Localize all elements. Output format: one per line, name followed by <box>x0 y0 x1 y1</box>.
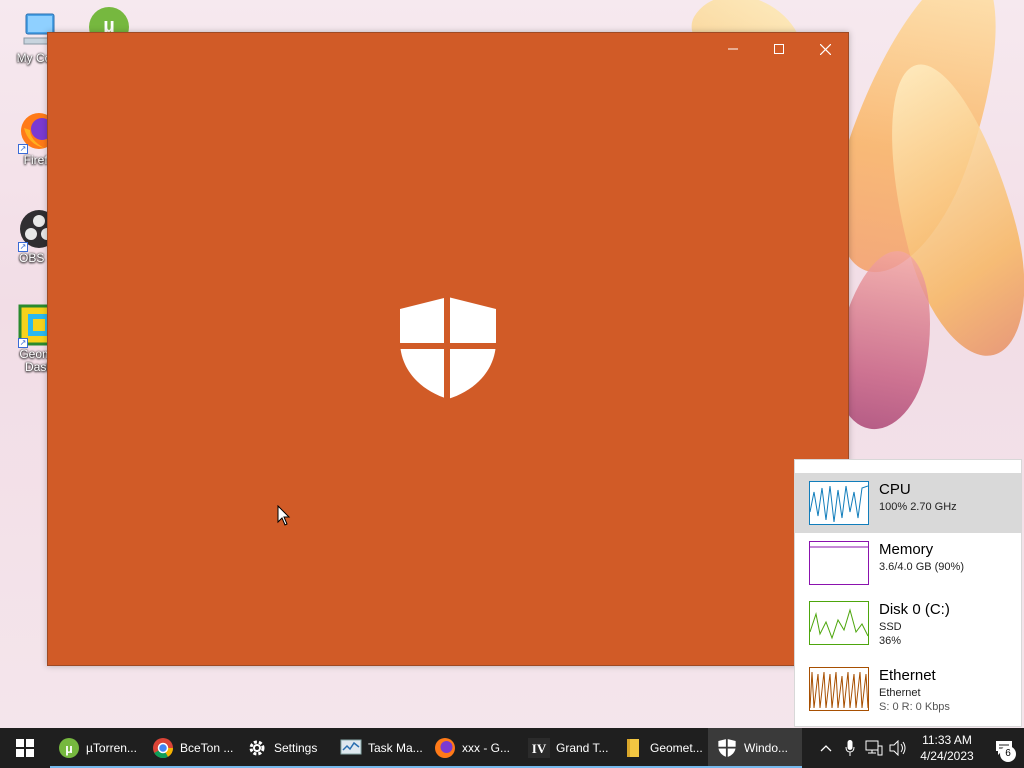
perf-item-detail: 3.6/4.0 GB (90%) <box>879 561 964 573</box>
perf-item-title: Memory <box>879 541 934 558</box>
taskbar-item-label: Geomet... <box>650 741 703 755</box>
taskbar-item-label: µTorren... <box>86 741 137 755</box>
mouse-cursor-icon <box>277 505 291 526</box>
chrome-icon <box>152 737 174 759</box>
action-center-button[interactable]: 6 <box>984 728 1024 768</box>
clock[interactable]: 11:33 AM 4/24/2023 <box>910 732 984 764</box>
shortcut-arrow-icon: ↗ <box>18 242 28 252</box>
network-icon[interactable] <box>862 728 886 768</box>
gta-iv-icon: IV <box>528 737 550 759</box>
system-tray: 11:33 AM 4/24/2023 6 <box>814 728 1024 768</box>
show-hidden-icons-button[interactable] <box>814 728 838 768</box>
volume-icon[interactable] <box>886 728 910 768</box>
perf-item-title: CPU <box>879 481 911 498</box>
task-manager-performance-panel: CPU 100% 2.70 GHz Memory 3.6/4.0 GB (90%… <box>794 459 1022 727</box>
notification-count-badge: 6 <box>1000 746 1016 762</box>
windows-logo-icon <box>16 739 34 757</box>
taskbar-item-label: Settings <box>274 741 318 755</box>
taskbar-item-gta-iv[interactable]: IV Grand T... <box>520 728 614 768</box>
clock-time: 11:33 AM <box>922 733 972 747</box>
taskbar-item-chrome[interactable]: BceTon ... <box>144 728 238 768</box>
maximize-button[interactable] <box>756 33 802 65</box>
minimize-icon <box>728 48 738 50</box>
microphone-icon[interactable] <box>838 728 862 768</box>
task-manager-icon <box>340 737 362 759</box>
windows-security-shield-icon <box>398 295 498 401</box>
perf-item-title: Disk 0 (C:) <box>879 601 950 618</box>
firefox-icon <box>434 737 456 759</box>
taskbar-item-settings[interactable]: Settings <box>238 728 332 768</box>
maximize-icon <box>774 44 784 54</box>
taskbar-item-geometry-folder[interactable]: Geomet... <box>614 728 708 768</box>
taskbar: µ µTorren... BceTon ... Settings Task Ma… <box>0 728 1024 768</box>
utorrent-icon: µ <box>58 737 80 759</box>
perf-item-memory[interactable]: Memory 3.6/4.0 GB (90%) <box>795 533 1021 593</box>
windows-security-window[interactable] <box>47 32 849 666</box>
clock-date: 4/24/2023 <box>920 749 974 763</box>
cpu-graph <box>809 481 869 525</box>
folder-icon <box>622 737 644 759</box>
minimize-button[interactable] <box>710 33 756 65</box>
settings-gear-icon <box>246 737 268 759</box>
svg-text:IV: IV <box>532 741 547 756</box>
perf-item-title: Ethernet <box>879 667 936 684</box>
perf-item-ethernet[interactable]: Ethernet Ethernet S: 0 R: 0 Kbps <box>795 659 1021 719</box>
taskbar-item-utorrent[interactable]: µ µTorren... <box>50 728 144 768</box>
perf-item-detail: 36% <box>879 635 902 647</box>
close-button[interactable] <box>802 33 848 65</box>
taskbar-item-task-manager[interactable]: Task Ma... <box>332 728 426 768</box>
close-icon <box>819 43 831 55</box>
disk-graph <box>809 601 869 645</box>
perf-item-detail: SSD <box>879 621 902 633</box>
taskbar-item-label: Task Ma... <box>368 741 423 755</box>
perf-item-detail: 100% 2.70 GHz <box>879 501 957 513</box>
windows-security-icon <box>716 737 738 759</box>
start-button[interactable] <box>0 728 50 768</box>
taskbar-item-label: BceTon ... <box>180 741 234 755</box>
perf-item-detail: S: 0 R: 0 Kbps <box>879 701 950 713</box>
shortcut-arrow-icon: ↗ <box>18 338 28 348</box>
svg-text:µ: µ <box>65 741 73 756</box>
taskbar-item-windows-security[interactable]: Windo... <box>708 728 802 768</box>
chevron-up-icon <box>820 745 832 752</box>
shortcut-arrow-icon: ↗ <box>18 144 28 154</box>
ethernet-graph <box>809 667 869 711</box>
taskbar-item-firefox[interactable]: xxx - G... <box>426 728 520 768</box>
window-controls <box>710 33 848 65</box>
taskbar-item-label: Windo... <box>744 741 789 755</box>
perf-item-cpu[interactable]: CPU 100% 2.70 GHz <box>795 473 1021 533</box>
memory-graph <box>809 541 869 585</box>
perf-item-detail: Ethernet <box>879 687 921 699</box>
taskbar-item-label: xxx - G... <box>462 741 510 755</box>
perf-item-disk[interactable]: Disk 0 (C:) SSD 36% <box>795 593 1021 653</box>
taskbar-item-label: Grand T... <box>556 741 609 755</box>
